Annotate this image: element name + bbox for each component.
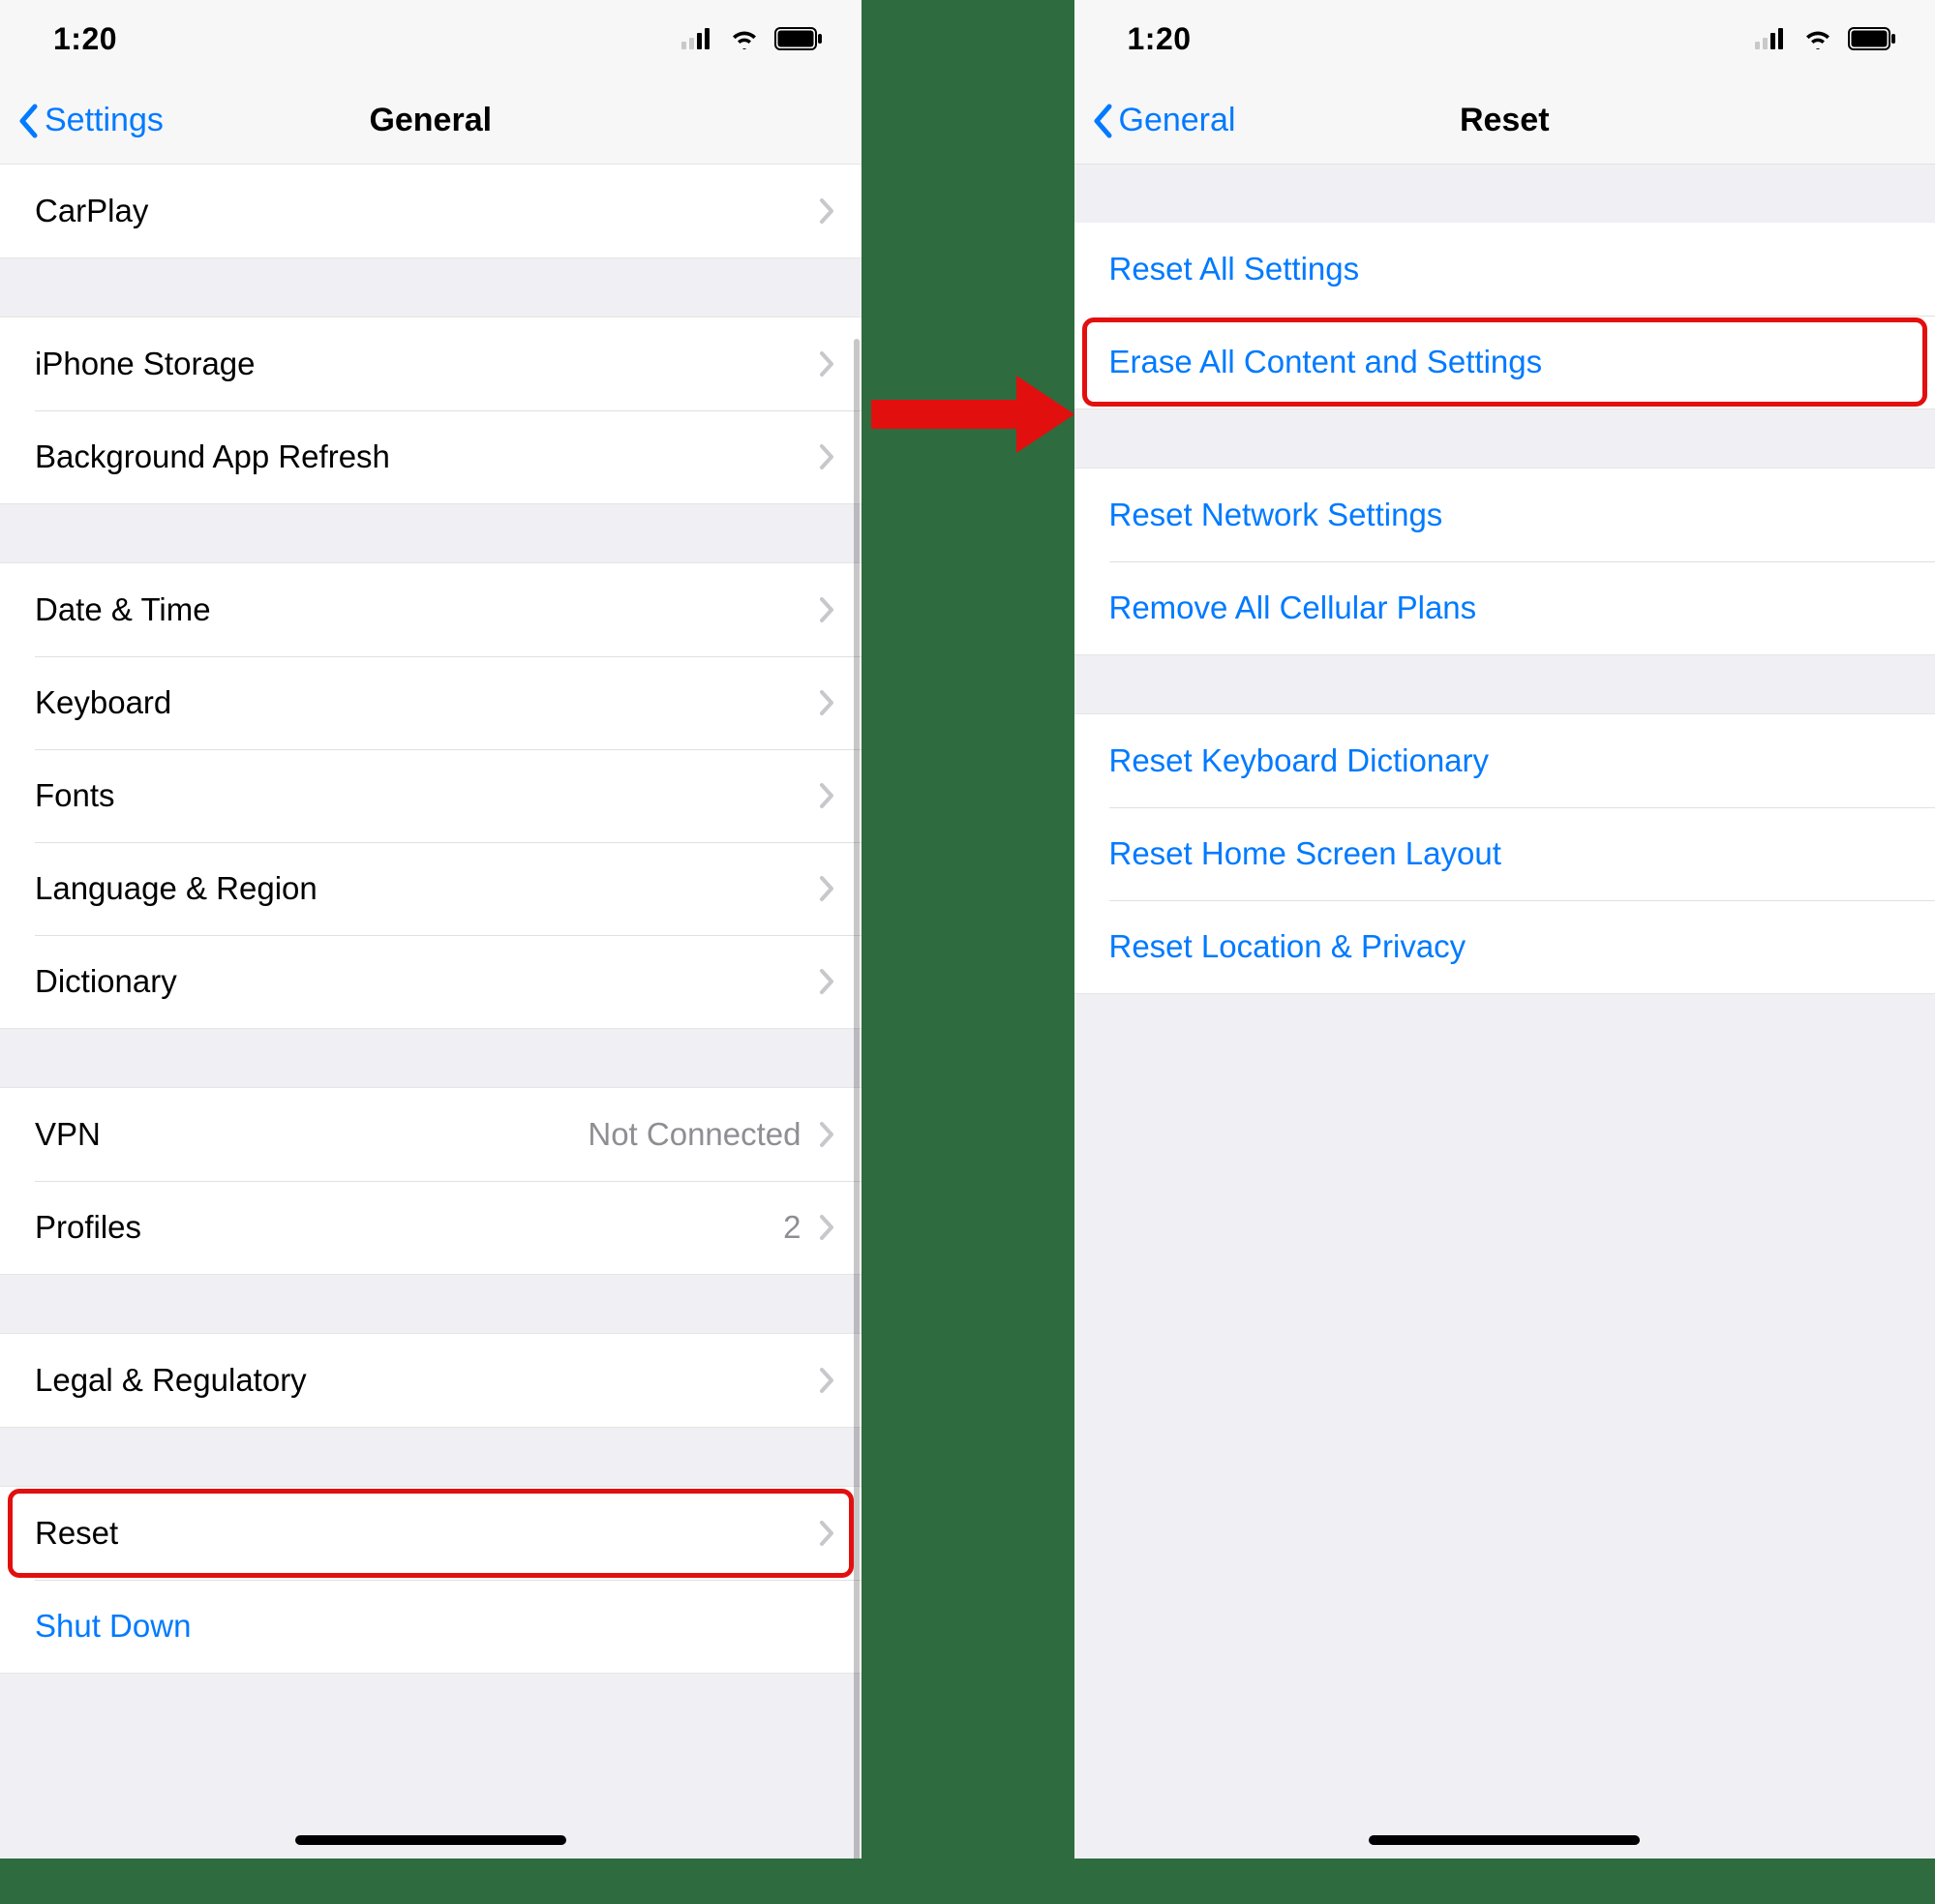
cell-background-app-refresh[interactable]: Background App Refresh xyxy=(0,410,862,503)
cell-label: Reset Network Settings xyxy=(1109,497,1443,533)
reset-content: Reset All Settings Erase All Content and … xyxy=(1074,165,1935,1859)
cell-label: Reset Location & Privacy xyxy=(1109,928,1466,965)
cell-label: Reset All Settings xyxy=(1109,251,1360,287)
cell-reset-keyboard-dictionary[interactable]: Reset Keyboard Dictionary xyxy=(1074,714,1935,807)
settings-group: Date & Time Keyboard Fonts Language & Regio… xyxy=(0,562,862,1029)
cell-label: Reset Keyboard Dictionary xyxy=(1109,742,1490,779)
cell-label: VPN xyxy=(35,1116,101,1153)
cell-keyboard[interactable]: Keyboard xyxy=(0,656,862,749)
cell-label: Fonts xyxy=(35,777,115,814)
cell-label: Remove All Cellular Plans xyxy=(1109,589,1477,626)
cell-label: Date & Time xyxy=(35,591,211,628)
chevron-right-icon xyxy=(819,596,834,623)
cell-reset-home-screen-layout[interactable]: Reset Home Screen Layout xyxy=(1074,807,1935,900)
nav-bar: General Reset xyxy=(1074,77,1935,165)
cell-profiles[interactable]: Profiles 2 xyxy=(0,1181,862,1274)
highlight-box xyxy=(8,1489,854,1578)
home-indicator[interactable] xyxy=(1369,1835,1640,1845)
settings-group: Reset Shut Down xyxy=(0,1486,862,1674)
settings-group: Legal & Regulatory xyxy=(0,1333,862,1428)
chevron-right-icon xyxy=(819,1520,834,1547)
wifi-icon xyxy=(730,28,759,49)
chevron-right-icon xyxy=(819,782,834,809)
cell-shut-down[interactable]: Shut Down xyxy=(0,1580,862,1673)
cell-label: Language & Region xyxy=(35,870,317,907)
chevron-right-icon xyxy=(819,968,834,995)
cell-detail: Not Connected xyxy=(588,1116,801,1153)
chevron-right-icon xyxy=(819,875,834,902)
phone-reset-settings: 1:20 General Reset Reset All Settings Era… xyxy=(1074,0,1935,1859)
settings-content: CarPlay iPhone Storage Background App Refr… xyxy=(0,165,862,1859)
status-indicators xyxy=(681,27,823,50)
cell-label: CarPlay xyxy=(35,193,148,229)
settings-group: Reset Keyboard Dictionary Reset Home Scre… xyxy=(1074,713,1935,994)
phone-general-settings: 1:20 Settings General CarPlay iPhone Stor… xyxy=(0,0,862,1859)
cell-label: Keyboard xyxy=(35,684,171,721)
cell-label: Reset xyxy=(35,1515,118,1552)
settings-group: Reset Network Settings Remove All Cellula… xyxy=(1074,468,1935,655)
cell-detail: 2 xyxy=(783,1209,801,1246)
status-bar: 1:20 xyxy=(1074,0,1935,77)
battery-icon xyxy=(1848,27,1896,50)
cell-label: Reset Home Screen Layout xyxy=(1109,835,1501,872)
cell-reset-all-settings[interactable]: Reset All Settings xyxy=(1074,223,1935,316)
status-time: 1:20 xyxy=(1128,21,1192,57)
cell-reset[interactable]: Reset xyxy=(0,1487,862,1580)
annotation-arrow xyxy=(871,366,1074,463)
chevron-right-icon xyxy=(819,350,834,378)
chevron-right-icon xyxy=(819,1121,834,1148)
cell-language-region[interactable]: Language & Region xyxy=(0,842,862,935)
settings-group: iPhone Storage Background App Refresh xyxy=(0,317,862,504)
cell-remove-all-cellular-plans[interactable]: Remove All Cellular Plans xyxy=(1074,561,1935,654)
cell-legal-regulatory[interactable]: Legal & Regulatory xyxy=(0,1334,862,1427)
status-bar: 1:20 xyxy=(0,0,862,77)
chevron-right-icon xyxy=(819,1367,834,1394)
cell-label: Shut Down xyxy=(35,1608,191,1645)
scrollbar[interactable] xyxy=(854,339,860,1859)
signal-icon xyxy=(1755,28,1788,49)
cell-fonts[interactable]: Fonts xyxy=(0,749,862,842)
chevron-right-icon xyxy=(819,689,834,716)
status-indicators xyxy=(1755,27,1896,50)
cell-date-time[interactable]: Date & Time xyxy=(0,563,862,656)
cell-label: iPhone Storage xyxy=(35,346,256,382)
cell-carplay[interactable]: CarPlay xyxy=(0,165,862,257)
home-indicator[interactable] xyxy=(295,1835,566,1845)
signal-icon xyxy=(681,28,714,49)
back-button[interactable]: General xyxy=(1074,102,1236,139)
back-label: General xyxy=(1119,102,1236,139)
cell-label: Background App Refresh xyxy=(35,438,390,475)
back-button[interactable]: Settings xyxy=(0,102,164,139)
chevron-right-icon xyxy=(819,443,834,470)
back-label: Settings xyxy=(45,102,164,139)
status-time: 1:20 xyxy=(53,21,117,57)
cell-dictionary[interactable]: Dictionary xyxy=(0,935,862,1028)
chevron-right-icon xyxy=(819,197,834,225)
chevron-left-icon xyxy=(1092,104,1113,138)
cell-iphone-storage[interactable]: iPhone Storage xyxy=(0,317,862,410)
cell-label: Erase All Content and Settings xyxy=(1109,344,1543,380)
cell-vpn[interactable]: VPN Not Connected xyxy=(0,1088,862,1181)
settings-group: CarPlay xyxy=(0,165,862,258)
chevron-right-icon xyxy=(819,1214,834,1241)
cell-erase-all-content-and-settings[interactable]: Erase All Content and Settings xyxy=(1074,316,1935,408)
cell-reset-network-settings[interactable]: Reset Network Settings xyxy=(1074,468,1935,561)
chevron-left-icon xyxy=(17,104,39,138)
cell-reset-location-privacy[interactable]: Reset Location & Privacy xyxy=(1074,900,1935,993)
settings-group: VPN Not Connected Profiles 2 xyxy=(0,1087,862,1275)
settings-group: Reset All Settings Erase All Content and … xyxy=(1074,223,1935,409)
battery-icon xyxy=(774,27,823,50)
cell-label: Legal & Regulatory xyxy=(35,1362,307,1399)
nav-bar: Settings General xyxy=(0,77,862,165)
cell-label: Dictionary xyxy=(35,963,177,1000)
wifi-icon xyxy=(1803,28,1832,49)
cell-label: Profiles xyxy=(35,1209,141,1246)
